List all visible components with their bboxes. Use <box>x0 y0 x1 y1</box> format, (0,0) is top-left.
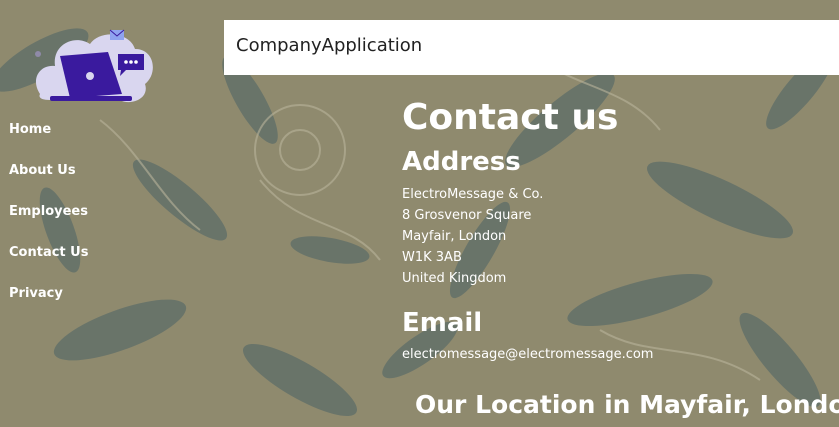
nav-item-home[interactable]: Home <box>9 122 88 163</box>
brand-link[interactable]: CompanyApplication <box>236 35 422 56</box>
page-title: Contact us <box>402 97 619 138</box>
sidebar-nav: Home About Us Employees Contact Us Priva… <box>9 122 88 327</box>
nav-item-contact-us[interactable]: Contact Us <box>9 245 88 286</box>
address-line: ElectroMessage & Co. <box>402 187 544 202</box>
address-line: W1K 3AB <box>402 250 462 265</box>
address-heading: Address <box>402 147 521 177</box>
address-line: United Kingdom <box>402 271 507 286</box>
top-navbar: CompanyApplication <box>224 20 839 75</box>
location-heading: Our Location in Mayfair, London <box>415 390 839 419</box>
nav-item-employees[interactable]: Employees <box>9 204 88 245</box>
email-address: electromessage@electromessage.com <box>402 347 654 362</box>
address-line: Mayfair, London <box>402 229 507 244</box>
nav-item-about-us[interactable]: About Us <box>9 163 88 204</box>
address-line: 8 Grosvenor Square <box>402 208 532 223</box>
address-block: ElectroMessage & Co. 8 Grosvenor Square … <box>402 184 653 289</box>
nav-item-privacy[interactable]: Privacy <box>9 286 88 327</box>
company-logo-icon[interactable] <box>30 24 158 106</box>
contact-section: Contact us Address ElectroMessage & Co. … <box>402 96 653 365</box>
email-heading: Email <box>402 308 483 338</box>
